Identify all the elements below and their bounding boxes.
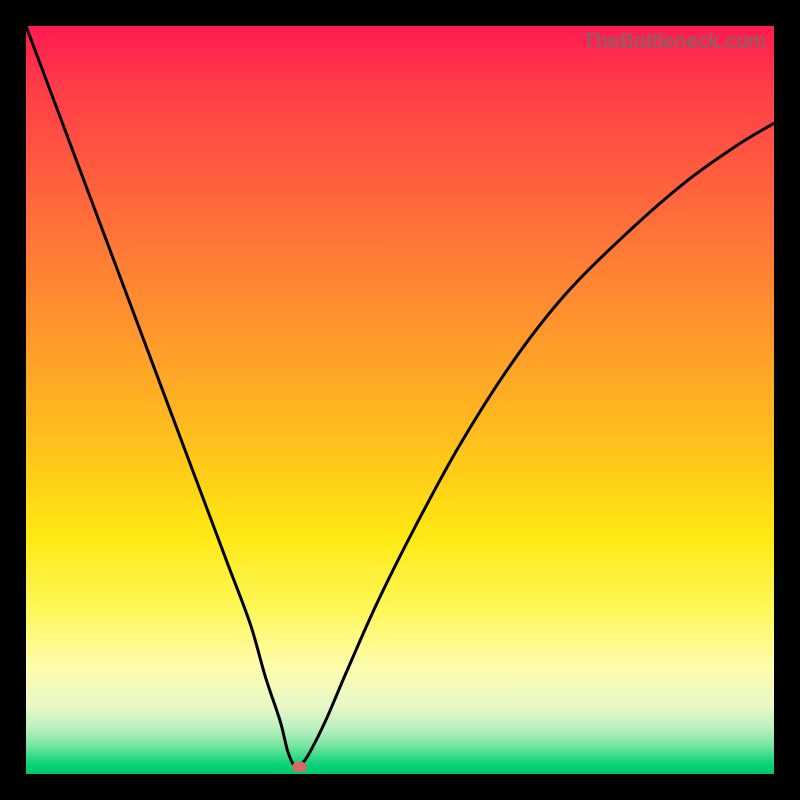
minimum-marker xyxy=(292,762,307,772)
chart-stage: TheBottleneck.com xyxy=(0,0,800,800)
plot-area: TheBottleneck.com xyxy=(26,26,774,774)
bottleneck-curve xyxy=(26,26,774,774)
curve-path xyxy=(26,26,774,767)
